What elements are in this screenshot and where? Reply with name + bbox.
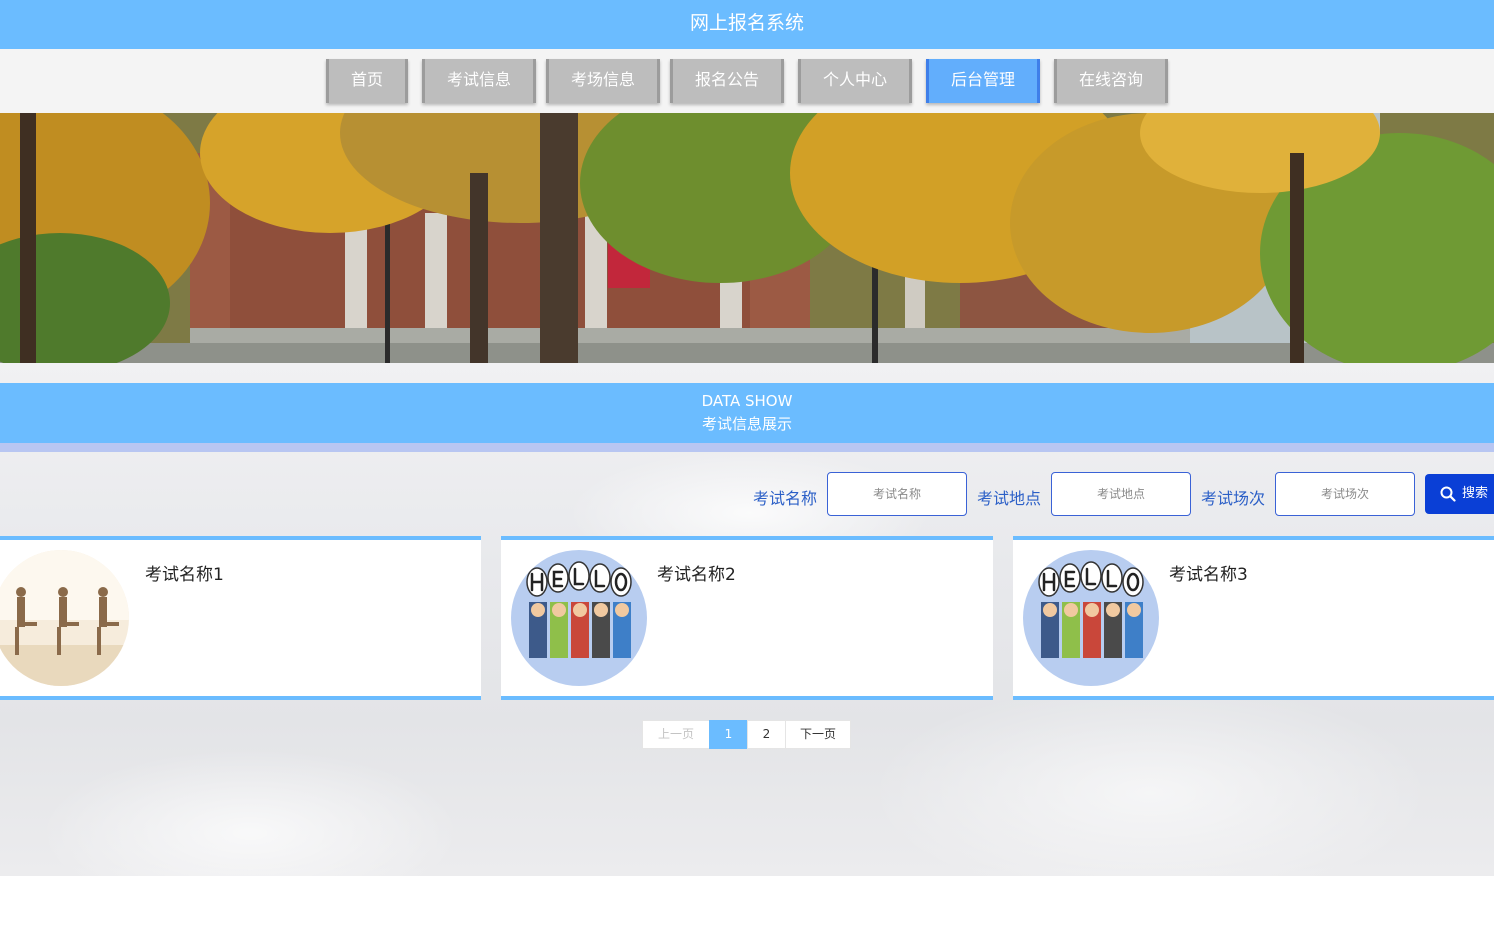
search-icon bbox=[1440, 486, 1456, 502]
hello-cartoon bbox=[511, 550, 647, 686]
exam-card[interactable]: 考试名称3 bbox=[1013, 536, 1494, 700]
page-1-button[interactable]: 1 bbox=[709, 720, 748, 749]
section-divider bbox=[0, 443, 1494, 452]
page: 网上报名系统 首页 考试信息 考场信息 报名公告 个人中心 后台管理 在线咨询 bbox=[0, 0, 1494, 932]
nav-personal-center[interactable]: 个人中心 bbox=[798, 59, 912, 103]
pagination: 上一页 1 2 下一页 bbox=[642, 720, 851, 749]
section-header: DATA SHOW 考试信息展示 bbox=[0, 383, 1494, 443]
main-nav: 首页 考试信息 考场信息 报名公告 个人中心 后台管理 在线咨询 bbox=[0, 49, 1494, 113]
exam-location-input[interactable] bbox=[1051, 472, 1191, 516]
campus-autumn-illustration bbox=[0, 113, 1494, 363]
exam-location-label: 考试地点 bbox=[977, 489, 1042, 508]
exam-session-input[interactable] bbox=[1275, 472, 1415, 516]
exam-card-title: 考试名称3 bbox=[1169, 565, 1248, 585]
next-page-button[interactable]: 下一页 bbox=[785, 720, 851, 749]
nav-venue-info[interactable]: 考场信息 bbox=[546, 59, 660, 103]
nav-exam-info[interactable]: 考试信息 bbox=[422, 59, 536, 103]
hello-cartoon bbox=[1023, 550, 1159, 686]
nav-admin[interactable]: 后台管理 bbox=[926, 59, 1040, 103]
exam-name-label: 考试名称 bbox=[753, 489, 818, 508]
exam-card-image bbox=[1023, 550, 1159, 686]
dancers-photo bbox=[0, 550, 129, 686]
exam-card-image bbox=[511, 550, 647, 686]
section-title-en: DATA SHOW bbox=[701, 392, 793, 410]
section-title-zh: 考试信息展示 bbox=[701, 415, 792, 433]
exam-card-image bbox=[0, 550, 129, 686]
exam-card-title: 考试名称2 bbox=[657, 565, 736, 585]
search-button[interactable]: 搜索 bbox=[1425, 474, 1494, 514]
exam-name-input[interactable] bbox=[827, 472, 967, 516]
nav-announcements[interactable]: 报名公告 bbox=[670, 59, 784, 103]
banner-image bbox=[0, 113, 1494, 363]
site-header: 网上报名系统 bbox=[0, 0, 1494, 49]
exam-card[interactable]: 考试名称2 bbox=[501, 536, 993, 700]
exam-card-title: 考试名称1 bbox=[145, 565, 224, 585]
nav-online-consult[interactable]: 在线咨询 bbox=[1054, 59, 1168, 103]
nav-home[interactable]: 首页 bbox=[326, 59, 408, 103]
exam-session-label: 考试场次 bbox=[1201, 489, 1266, 508]
prev-page-button[interactable]: 上一页 bbox=[642, 720, 710, 749]
site-title: 网上报名系统 bbox=[689, 12, 804, 34]
exam-card[interactable]: 考试名称1 bbox=[0, 536, 481, 700]
page-2-button[interactable]: 2 bbox=[747, 720, 786, 749]
search-button-label: 搜索 bbox=[1462, 486, 1489, 501]
